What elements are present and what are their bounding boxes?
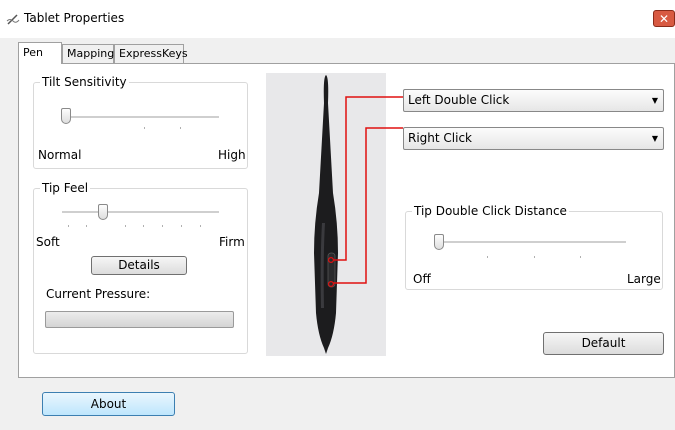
- double-click-slider-thumb[interactable]: [434, 234, 444, 250]
- about-button[interactable]: About: [42, 392, 175, 416]
- double-click-tick: [534, 256, 535, 258]
- window-title: Tablet Properties: [24, 11, 125, 25]
- tip-feel-tick: [200, 225, 201, 227]
- tilt-sensitivity-title: Tilt Sensitivity: [40, 75, 129, 89]
- double-click-tick: [580, 256, 581, 258]
- tilt-slider-thumb[interactable]: [61, 108, 71, 124]
- tablet-properties-window: Tablet Properties ✕ Pen Mapping ExpressK…: [0, 0, 675, 430]
- tab-expresskeys[interactable]: ExpressKeys: [114, 44, 188, 63]
- tilt-tick: [180, 127, 181, 129]
- tip-feel-min-label: Soft: [36, 235, 60, 249]
- tab-mapping[interactable]: Mapping: [62, 44, 114, 63]
- details-button[interactable]: Details: [91, 256, 187, 275]
- title-bar: Tablet Properties ✕: [0, 0, 675, 38]
- close-button[interactable]: ✕: [653, 10, 675, 27]
- tilt-min-label: Normal: [38, 148, 82, 162]
- double-click-max-label: Large: [627, 272, 661, 286]
- double-click-tick: [487, 256, 488, 258]
- lower-button-value: Right Click: [408, 131, 473, 145]
- default-button[interactable]: Default: [543, 332, 664, 355]
- callout-lines: [333, 96, 403, 284]
- current-pressure-bar: [45, 311, 234, 328]
- tip-feel-tick: [86, 225, 87, 227]
- tip-double-click-group: Tip Double Click Distance: [405, 204, 663, 290]
- tip-feel-slider-track: [62, 211, 219, 214]
- tip-feel-tick: [181, 225, 182, 227]
- current-pressure-label: Current Pressure:: [46, 287, 151, 301]
- tip-feel-tick: [125, 225, 126, 227]
- tab-pen[interactable]: Pen: [18, 42, 62, 64]
- upper-button-value: Left Double Click: [408, 93, 510, 107]
- lower-button-select[interactable]: Right Click ▼: [403, 127, 664, 150]
- double-click-slider-track: [435, 241, 626, 244]
- tilt-slider-track: [62, 116, 219, 119]
- double-click-min-label: Off: [413, 272, 431, 286]
- tip-feel-tick: [68, 225, 69, 227]
- tip-feel-tick: [143, 225, 144, 227]
- tip-feel-title: Tip Feel: [40, 181, 91, 195]
- tilt-max-label: High: [218, 148, 246, 162]
- tip-feel-tick: [162, 225, 163, 227]
- tilt-tick: [144, 127, 145, 129]
- upper-button-select[interactable]: Left Double Click ▼: [403, 89, 664, 112]
- tablet-pen-icon: [6, 14, 20, 25]
- chevron-down-icon: ▼: [651, 134, 658, 143]
- tip-double-click-title: Tip Double Click Distance: [412, 204, 569, 218]
- tip-feel-max-label: Firm: [219, 235, 245, 249]
- chevron-down-icon: ▼: [651, 96, 658, 105]
- tip-feel-slider-thumb[interactable]: [97, 204, 108, 220]
